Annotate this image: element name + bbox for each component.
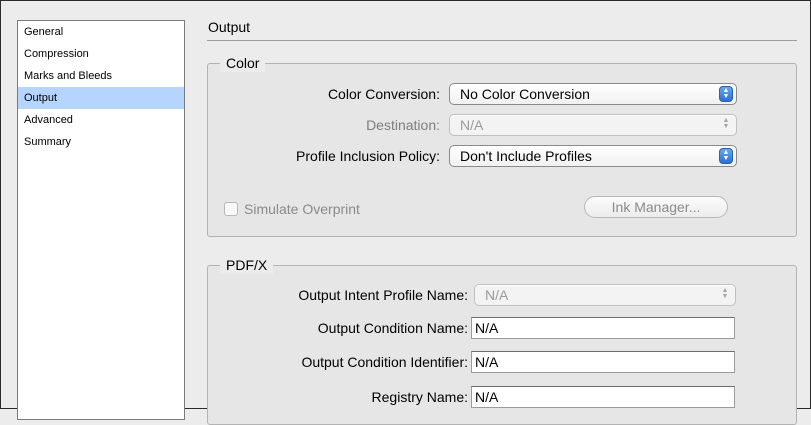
ink-manager-button[interactable]: Ink Manager...	[584, 196, 728, 218]
color-conversion-select[interactable]: No Color Conversion ▲ ▼	[449, 83, 737, 105]
pdfx-group: PDF/X Output Intent Profile Name: N/A ▲ ▼…	[207, 256, 797, 425]
category-list[interactable]: General Compression Marks and Bleeds Out…	[17, 20, 185, 420]
updown-arrows-icon: ▲ ▼	[722, 117, 730, 130]
color-conversion-label: Color Conversion:	[327, 86, 440, 102]
output-intent-profile-value: N/A	[485, 287, 509, 303]
updown-arrows-icon: ▲ ▼	[719, 148, 733, 164]
output-intent-profile-row: Output Intent Profile Name: N/A ▲ ▼	[208, 282, 796, 308]
registry-name-label: Registry Name:	[371, 389, 468, 405]
section-header: Output	[207, 16, 797, 41]
output-condition-name-label: Output Condition Name:	[317, 320, 468, 336]
page-title: Output	[208, 19, 251, 35]
profile-inclusion-row: Profile Inclusion Policy: Don't Include …	[208, 143, 796, 169]
output-condition-identifier-label: Output Condition Identifier:	[301, 354, 468, 370]
destination-row: Destination: N/A ▲ ▼	[208, 112, 796, 138]
color-conversion-row: Color Conversion: No Color Conversion ▲ ▼	[208, 81, 796, 107]
sidebar-item-compression[interactable]: Compression	[18, 43, 184, 65]
sidebar-item-advanced[interactable]: Advanced	[18, 109, 184, 131]
sidebar-item-general[interactable]: General	[18, 21, 184, 43]
color-group: Color Color Conversion: No Color Convers…	[207, 54, 797, 237]
output-intent-profile-select[interactable]: N/A ▲ ▼	[474, 284, 736, 306]
pdfx-group-title: PDF/X	[220, 256, 274, 274]
registry-name-field[interactable]: N/A	[471, 386, 735, 408]
output-condition-name-row: Output Condition Name: N/A	[208, 315, 796, 341]
simulate-overprint-label: Simulate Overprint	[244, 201, 360, 217]
color-group-title: Color	[220, 54, 266, 72]
color-conversion-value: No Color Conversion	[460, 86, 590, 102]
output-intent-profile-label: Output Intent Profile Name:	[298, 287, 468, 303]
output-condition-identifier-field[interactable]: N/A	[471, 351, 735, 373]
updown-arrows-icon: ▲ ▼	[721, 287, 729, 300]
profile-inclusion-value: Don't Include Profiles	[460, 148, 592, 164]
checkbox-icon[interactable]	[224, 202, 238, 216]
registry-name-row: Registry Name: N/A	[208, 384, 796, 410]
output-condition-identifier-row: Output Condition Identifier: N/A	[208, 349, 796, 375]
output-condition-name-field[interactable]: N/A	[471, 317, 735, 339]
destination-label: Destination:	[366, 117, 440, 133]
destination-value: N/A	[460, 117, 484, 133]
destination-select[interactable]: N/A ▲ ▼	[449, 114, 737, 136]
sidebar-item-summary[interactable]: Summary	[18, 131, 184, 153]
profile-inclusion-label: Profile Inclusion Policy:	[296, 148, 440, 164]
sidebar-item-marks-and-bleeds[interactable]: Marks and Bleeds	[18, 65, 184, 87]
updown-arrows-icon: ▲ ▼	[719, 86, 733, 102]
profile-inclusion-select[interactable]: Don't Include Profiles ▲ ▼	[449, 145, 737, 167]
sidebar-item-output[interactable]: Output	[18, 87, 184, 109]
